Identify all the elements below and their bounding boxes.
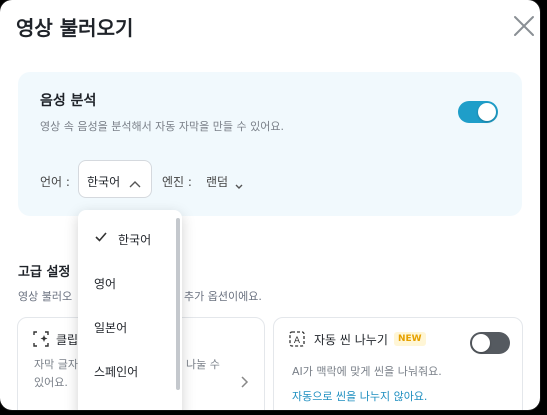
auto-scene-title: 자동 씬 나누기: [314, 333, 388, 347]
dropdown-option-korean[interactable]: 한국어: [78, 218, 178, 258]
close-icon[interactable]: [512, 14, 536, 38]
chevron-right-icon[interactable]: [240, 374, 250, 393]
check-icon: [94, 231, 108, 246]
svg-text:A: A: [294, 336, 301, 346]
chevron-up-icon: [129, 174, 141, 193]
clip-sparkle-icon: [32, 330, 50, 352]
dropdown-scrollbar[interactable]: [176, 218, 180, 390]
dropdown-option-label: 일본어: [94, 321, 128, 335]
dropdown-option-english[interactable]: 영어: [78, 262, 178, 302]
advanced-settings-description: 영상 불러오 추가 옵션이에요.: [18, 288, 262, 304]
clip-option-title: 클립: [56, 333, 79, 347]
dropdown-option-label: 스페인어: [94, 365, 139, 379]
dropdown-option-japanese[interactable]: 일본어: [78, 306, 178, 346]
advanced-desc-part2: 추가 옵션이에요.: [184, 290, 262, 303]
new-badge: NEW: [394, 332, 426, 346]
language-label: 언어 :: [40, 175, 70, 189]
language-select-value: 한국어: [87, 175, 121, 189]
clip-option-desc-line1: 자막 글자: [34, 358, 78, 371]
voice-analysis-card: 음성 분석 영상 속 음성을 분석해서 자동 자막을 만들 수 있어요. 언어 …: [18, 72, 522, 216]
toggle-knob: [478, 103, 496, 121]
auto-scene-description: AI가 맥락에 맞게 씬을 나눠줘요.: [292, 365, 442, 378]
chevron-down-icon[interactable]: [234, 176, 244, 195]
voice-analysis-description: 영상 속 음성을 분석해서 자동 자막을 만들 수 있어요.: [40, 120, 284, 133]
voice-analysis-toggle[interactable]: [458, 101, 498, 123]
dropdown-option-label: 영어: [94, 277, 117, 291]
import-video-dialog: 영상 불러오기 음성 분석 영상 속 음성을 분석해서 자동 자막을 만들 수 …: [0, 0, 540, 410]
language-dropdown: 한국어 영어 일본어 스페인어: [78, 210, 182, 410]
advanced-settings-title: 고급 설정: [18, 265, 71, 280]
engine-select[interactable]: 랜덤: [206, 173, 228, 190]
dropdown-option-label: 한국어: [118, 233, 152, 247]
auto-scene-toggle[interactable]: [470, 332, 510, 354]
toggle-knob: [472, 334, 490, 352]
advanced-desc-part1: 영상 불러오: [18, 290, 73, 303]
auto-scene-status: 자동으로 씬을 나누지 않아요.: [292, 390, 428, 403]
ai-scene-icon: A: [288, 330, 306, 352]
clip-option-desc-line1-right: 나눌 수: [186, 358, 220, 371]
dialog-title: 영상 불러오기: [16, 16, 134, 40]
voice-analysis-title: 음성 분석: [40, 93, 97, 109]
auto-scene-card: A 자동 씬 나누기 NEW AI가 맥락에 맞게 씬을 나눠줘요. 자동으로 …: [273, 317, 523, 410]
clip-option-desc-line2: 있어요.: [34, 376, 68, 389]
language-select[interactable]: 한국어: [78, 160, 152, 198]
dropdown-option-spanish[interactable]: 스페인어: [78, 350, 178, 390]
engine-label: 엔진 :: [162, 175, 192, 189]
